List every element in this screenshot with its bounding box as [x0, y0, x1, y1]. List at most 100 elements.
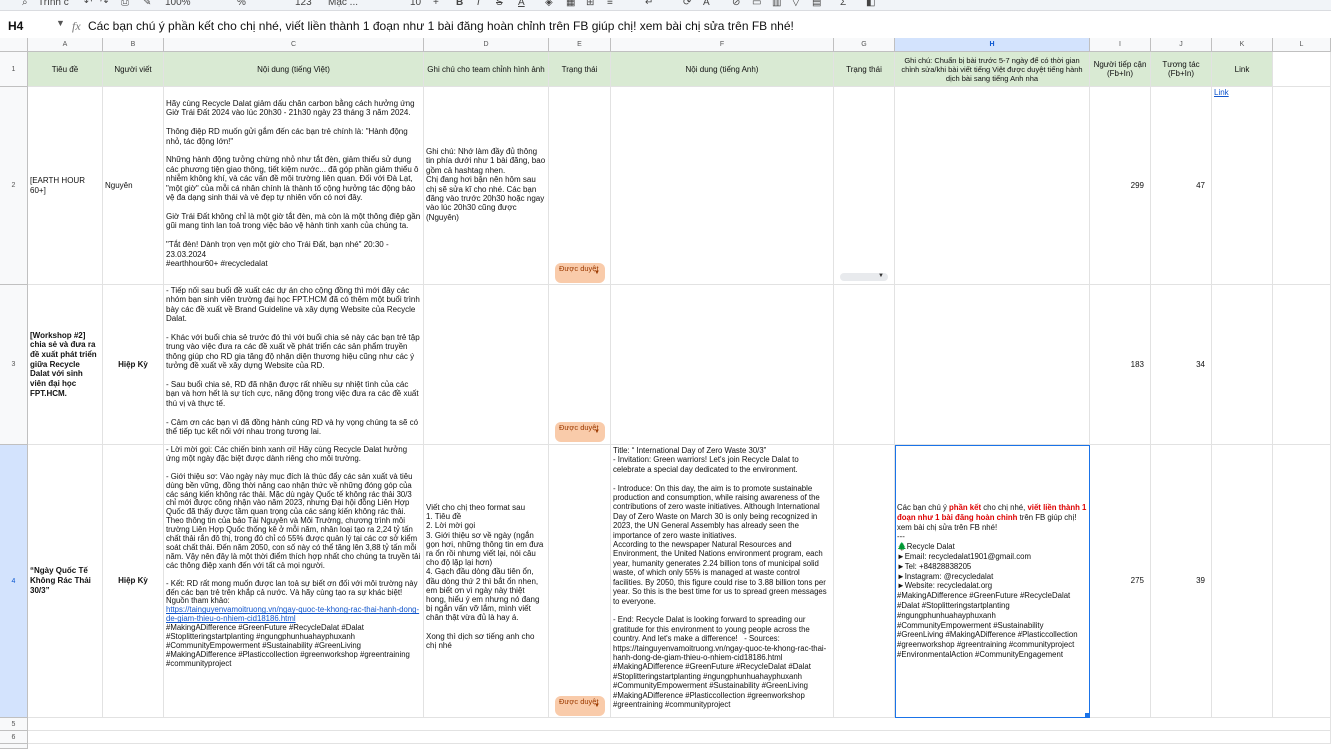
- source-link[interactable]: https://tainguyenvamoitruong.vn/ngay-quo…: [166, 605, 421, 624]
- search-icon[interactable]: ⌕: [22, 0, 28, 8]
- cell-status[interactable]: Được duyệt ▼: [549, 445, 611, 718]
- filter-icon[interactable]: ▽: [792, 0, 800, 8]
- input-tools-icon[interactable]: ◧: [866, 0, 875, 8]
- post-link[interactable]: Link: [1214, 88, 1229, 97]
- cell-status-en[interactable]: ▼: [834, 87, 895, 285]
- cell-content-vi[interactable]: - Tiếp nối sau buổi đề xuất các dự án ch…: [164, 285, 424, 445]
- header-note-h[interactable]: Ghi chú: Chuẩn bị bài trước 5-7 ngày để …: [895, 52, 1090, 87]
- cell-reach[interactable]: 275: [1090, 445, 1151, 718]
- column-header-i[interactable]: I: [1090, 38, 1151, 52]
- row-header-6[interactable]: 6: [0, 731, 28, 744]
- chart-icon[interactable]: ▥: [772, 0, 781, 8]
- row-header-2[interactable]: 2: [0, 87, 28, 285]
- percent-format-button[interactable]: %: [237, 0, 246, 8]
- header-content-vi[interactable]: Nội dung (tiếng Việt): [164, 52, 424, 87]
- status-badge[interactable]: Được duyệt ▼: [555, 263, 605, 283]
- cell-title[interactable]: “Ngày Quốc Tế Không Rác Thải 30/3”: [28, 445, 103, 718]
- row-header-5[interactable]: 5: [0, 718, 28, 731]
- italic-icon[interactable]: I: [477, 0, 480, 8]
- header-title[interactable]: Tiêu đề: [28, 52, 103, 87]
- column-header-f[interactable]: F: [611, 38, 834, 52]
- cell-interactions[interactable]: 34: [1151, 285, 1212, 445]
- increase-font-icon[interactable]: +: [433, 0, 439, 8]
- column-header-j[interactable]: J: [1151, 38, 1212, 52]
- font-family-select[interactable]: Mặc ...: [328, 0, 358, 8]
- cell-link[interactable]: Link: [1212, 87, 1273, 285]
- filter-views-icon[interactable]: ▤: [812, 0, 821, 8]
- cell-l3[interactable]: [1273, 285, 1331, 445]
- cell-status-en[interactable]: [834, 445, 895, 718]
- cell-writer[interactable]: Hiệp Kỳ: [103, 285, 164, 445]
- header-interactions[interactable]: Tương tác (Fb+In): [1151, 52, 1212, 87]
- cell-note-h[interactable]: [895, 87, 1090, 285]
- select-all-corner[interactable]: [0, 38, 28, 52]
- cell-l2[interactable]: [1273, 87, 1331, 285]
- column-header-c[interactable]: C: [164, 38, 424, 52]
- cell-image-note[interactable]: Viết cho chị theo format sau 1. Tiêu đề …: [424, 445, 549, 718]
- header-content-en[interactable]: Nội dung (tiếng Anh): [611, 52, 834, 87]
- bold-icon[interactable]: B: [456, 0, 463, 8]
- search-menus[interactable]: Trình c: [38, 0, 69, 8]
- cell-note-h[interactable]: [895, 285, 1090, 445]
- cell-image-note[interactable]: [424, 285, 549, 445]
- cell-status[interactable]: Được duyệt ▼: [549, 87, 611, 285]
- text-direction-icon[interactable]: A: [703, 0, 710, 8]
- column-header-g[interactable]: G: [834, 38, 895, 52]
- wrap-icon[interactable]: ↵: [645, 0, 653, 8]
- fill-color-icon[interactable]: ◈: [545, 0, 553, 8]
- zoom-select[interactable]: 100%: [165, 0, 191, 8]
- row-header-1[interactable]: 1: [0, 52, 28, 87]
- cell-reach[interactable]: 299: [1090, 87, 1151, 285]
- borders-icon[interactable]: ▦: [566, 0, 575, 8]
- chevron-down-icon[interactable]: ▼: [56, 18, 65, 28]
- cell-interactions[interactable]: 47: [1151, 87, 1212, 285]
- align-icon[interactable]: ≡: [607, 0, 613, 8]
- cell-content-en[interactable]: [611, 285, 834, 445]
- undo-icon[interactable]: ↶: [84, 0, 92, 8]
- cell-link[interactable]: [1212, 445, 1273, 718]
- column-header-l[interactable]: L: [1273, 38, 1331, 52]
- header-image-note[interactable]: Ghi chú cho team chỉnh hình ảnh: [424, 52, 549, 87]
- print-icon[interactable]: ⎙: [121, 0, 129, 8]
- header-reach[interactable]: Người tiếp cận (Fb+In): [1090, 52, 1151, 87]
- status-dropdown[interactable]: ▼: [840, 273, 888, 281]
- cell-writer[interactable]: Hiệp Kỳ: [103, 445, 164, 718]
- strikethrough-icon[interactable]: S: [496, 0, 503, 8]
- status-badge[interactable]: Được duyệt ▼: [555, 696, 605, 716]
- row-header-7[interactable]: [0, 744, 28, 749]
- cell-image-note[interactable]: Ghi chú: Nhớ làm đầy đủ thông tin phía d…: [424, 87, 549, 285]
- number-format-button[interactable]: 123: [295, 0, 312, 8]
- cell-content-vi[interactable]: - Lời mời gọi: Các chiến binh xanh ơi! H…: [164, 445, 424, 718]
- cell-note-h-selected[interactable]: Các bạn chú ý phần kết cho chị nhé, viết…: [895, 445, 1090, 718]
- header-status[interactable]: Trạng thái: [549, 52, 611, 87]
- name-box[interactable]: H4: [8, 19, 23, 33]
- empty-row-5[interactable]: [28, 718, 1331, 731]
- status-badge[interactable]: Được duyệt ▼: [555, 422, 605, 442]
- link-icon[interactable]: ⊘: [732, 0, 740, 8]
- cell-link[interactable]: [1212, 285, 1273, 445]
- cell-content-en[interactable]: [611, 87, 834, 285]
- cell-interactions[interactable]: 39: [1151, 445, 1212, 718]
- row-header-4[interactable]: 4: [0, 445, 28, 718]
- column-header-e[interactable]: E: [549, 38, 611, 52]
- redo-icon[interactable]: ↷: [100, 0, 108, 8]
- formula-input[interactable]: Các bạn chú ý phần kết cho chị nhé, viết…: [88, 19, 794, 33]
- functions-icon[interactable]: Σ: [840, 0, 846, 8]
- text-color-icon[interactable]: A: [518, 0, 525, 8]
- cell-l1[interactable]: [1273, 52, 1331, 87]
- cell-title[interactable]: [Workshop #2] chia sẻ và đưa ra đề xuất …: [28, 285, 103, 445]
- column-header-b[interactable]: B: [103, 38, 164, 52]
- header-status-en[interactable]: Trạng thái: [834, 52, 895, 87]
- cell-reach[interactable]: 183: [1090, 285, 1151, 445]
- cell-content-vi[interactable]: Hãy cùng Recycle Dalat giảm dấu chân car…: [164, 87, 424, 285]
- paint-format-icon[interactable]: ✎: [143, 0, 151, 8]
- cell-content-en[interactable]: Title: “ International Day of Zero Waste…: [611, 445, 834, 718]
- cell-writer[interactable]: Nguyên: [103, 87, 164, 285]
- rotate-icon[interactable]: ⟳: [683, 0, 691, 8]
- cell-status[interactable]: Được duyệt ▼: [549, 285, 611, 445]
- comment-icon[interactable]: ▭: [752, 0, 761, 8]
- merge-icon[interactable]: ⊞: [586, 0, 594, 8]
- column-header-a[interactable]: A: [28, 38, 103, 52]
- column-header-d[interactable]: D: [424, 38, 549, 52]
- font-size-input[interactable]: 10: [410, 0, 421, 8]
